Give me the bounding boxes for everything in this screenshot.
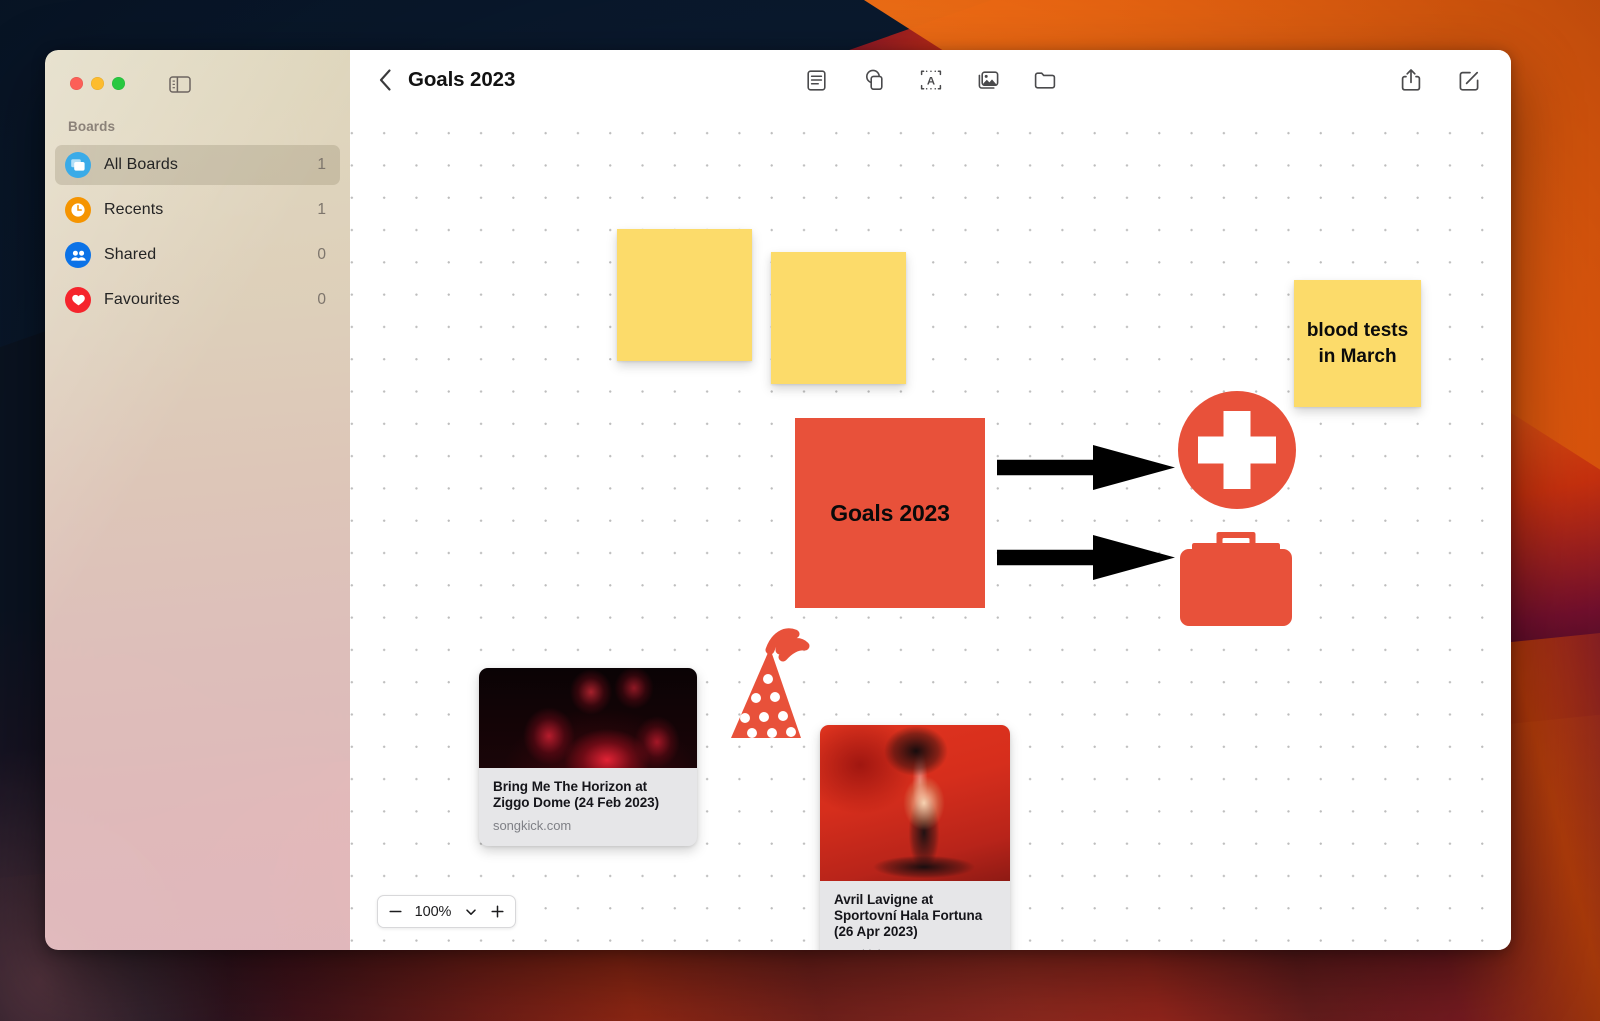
minimize-window-button[interactable] xyxy=(91,77,104,90)
sidebar-item-label: Recents xyxy=(104,201,164,218)
toolbar-right-group xyxy=(1395,64,1485,96)
sticky-note-text: blood tests in March xyxy=(1306,320,1409,367)
arrow-to-first-aid-kit[interactable] xyxy=(997,535,1175,580)
link-card-thumbnail xyxy=(479,668,697,768)
sidebar-item-count: 1 xyxy=(317,201,326,218)
sidebar-item-count: 0 xyxy=(317,246,326,263)
back-button[interactable] xyxy=(372,65,398,95)
sidebar: Boards All Boards 1 Recents 1 Shared 0 F… xyxy=(45,50,350,950)
avril-lavigne-photo xyxy=(820,725,1010,881)
sidebar-item-count: 0 xyxy=(317,291,326,308)
first-aid-kit-icon[interactable] xyxy=(1180,532,1292,626)
link-card-avril[interactable]: Avril Lavigne at Sportovní Hala Fortuna … xyxy=(820,725,1010,950)
zoom-level-value[interactable]: 100% xyxy=(409,904,457,920)
zoom-control: 100% xyxy=(377,895,516,928)
board-content-area: Goals 2023 A blood tests in March Goals … xyxy=(350,50,1511,950)
text-box-icon[interactable]: A xyxy=(915,64,947,96)
sidebar-toggle-icon[interactable] xyxy=(167,72,193,96)
sticky-note-3[interactable]: blood tests in March xyxy=(1294,280,1421,407)
close-window-button[interactable] xyxy=(70,77,83,90)
link-card-bmth[interactable]: Bring Me The Horizon at Ziggo Dome (24 F… xyxy=(479,668,697,846)
page-title: Goals 2023 xyxy=(408,68,516,91)
sticky-note-icon[interactable] xyxy=(801,64,833,96)
people-icon xyxy=(65,242,91,268)
band-photo xyxy=(479,668,697,768)
arrow-to-medical-cross[interactable] xyxy=(997,445,1175,490)
link-card-meta: Bring Me The Horizon at Ziggo Dome (24 F… xyxy=(479,768,697,846)
link-card-title: Avril Lavigne at Sportovní Hala Fortuna … xyxy=(834,892,983,939)
party-hat-icon[interactable] xyxy=(723,626,823,741)
sidebar-item-shared[interactable]: Shared 0 xyxy=(55,235,340,275)
freeform-app-window: Boards All Boards 1 Recents 1 Shared 0 F… xyxy=(45,50,1511,950)
medical-cross-icon[interactable] xyxy=(1178,391,1296,509)
sidebar-item-favourites[interactable]: Favourites 0 xyxy=(55,280,340,320)
sidebar-item-label: Favourites xyxy=(104,291,180,308)
sidebar-item-count: 1 xyxy=(317,156,326,173)
sidebar-item-recents[interactable]: Recents 1 xyxy=(55,190,340,230)
sidebar-list: All Boards 1 Recents 1 Shared 0 Favourit… xyxy=(55,145,340,325)
link-card-meta: Avril Lavigne at Sportovní Hala Fortuna … xyxy=(820,881,1010,950)
zoom-out-button[interactable] xyxy=(382,898,409,925)
chevron-down-icon[interactable] xyxy=(457,898,484,925)
photo-icon[interactable] xyxy=(972,64,1004,96)
sidebar-item-label: All Boards xyxy=(104,156,178,173)
heart-icon xyxy=(65,287,91,313)
sidebar-item-all-boards[interactable]: All Boards 1 xyxy=(55,145,340,185)
link-card-title: Bring Me The Horizon at Ziggo Dome (24 F… xyxy=(493,779,660,810)
link-card-domain: songkick.com xyxy=(834,947,996,950)
toolbar-center-group: A xyxy=(801,64,1061,96)
shape-goals-2023[interactable]: Goals 2023 xyxy=(795,418,985,608)
sticky-note-2[interactable] xyxy=(771,252,906,384)
maximize-window-button[interactable] xyxy=(112,77,125,90)
folder-icon[interactable] xyxy=(1029,64,1061,96)
desktop-wallpaper: Boards All Boards 1 Recents 1 Shared 0 F… xyxy=(0,0,1600,1021)
svg-text:A: A xyxy=(926,75,934,87)
link-card-thumbnail xyxy=(820,725,1010,881)
link-card-domain: songkick.com xyxy=(493,817,572,833)
sidebar-section-title: Boards xyxy=(68,119,116,134)
sidebar-item-label: Shared xyxy=(104,246,157,263)
clock-icon xyxy=(65,197,91,223)
compose-icon[interactable] xyxy=(1453,64,1485,96)
sticky-note-1[interactable] xyxy=(617,229,752,361)
traffic-lights xyxy=(70,77,125,90)
shape-label: Goals 2023 xyxy=(830,499,950,526)
share-icon[interactable] xyxy=(1395,64,1427,96)
zoom-in-button[interactable] xyxy=(484,898,511,925)
all-boards-icon xyxy=(65,152,91,178)
board-canvas[interactable]: blood tests in March Goals 2023 Bring Me… xyxy=(350,110,1511,950)
board-toolbar: Goals 2023 A xyxy=(350,50,1511,110)
shapes-icon[interactable] xyxy=(858,64,890,96)
